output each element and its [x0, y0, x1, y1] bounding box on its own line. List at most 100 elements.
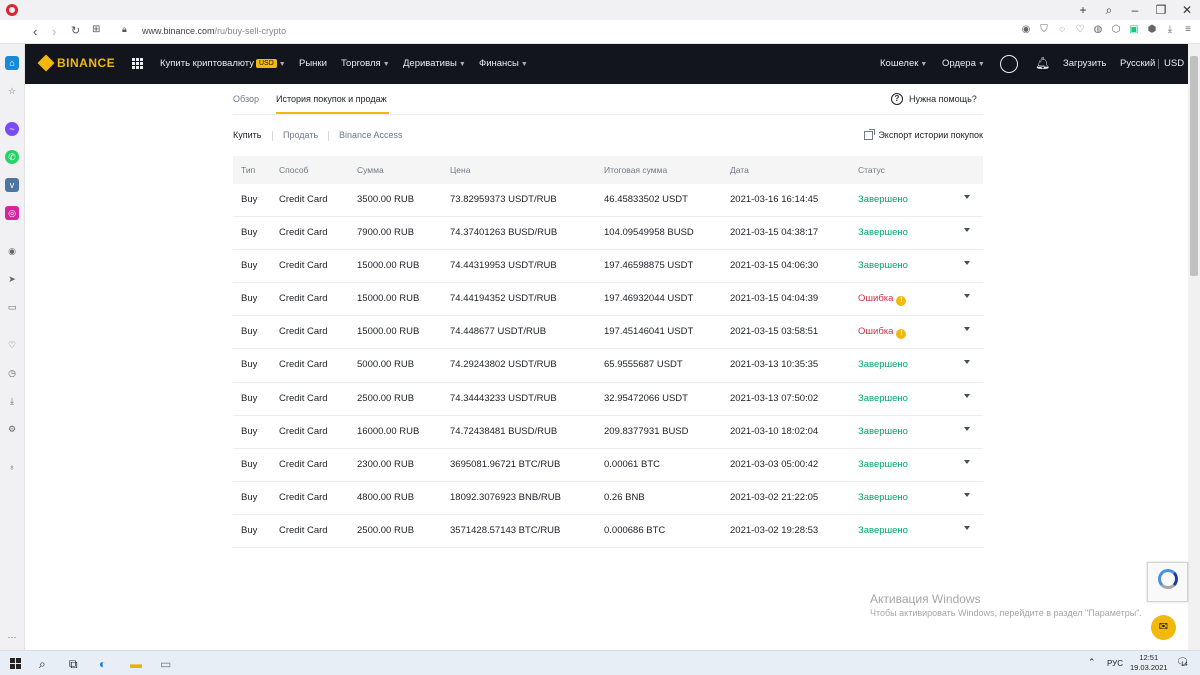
home-icon[interactable]: ⌂ — [5, 56, 19, 70]
table-row[interactable]: Buy Credit Card 2300.00 RUB 3695081.9672… — [233, 449, 983, 482]
tab-history[interactable]: История покупок и продаж — [276, 94, 387, 104]
table-row[interactable]: Buy Credit Card 15000.00 RUB 74.448677 U… — [233, 316, 983, 350]
windows-start-icon[interactable] — [10, 658, 21, 669]
nav-orders[interactable]: Ордера ▼ — [942, 58, 985, 69]
notifications-count: 14 — [1181, 662, 1188, 668]
expand-caret-icon[interactable] — [964, 327, 970, 332]
apps-grid-icon[interactable] — [132, 58, 143, 69]
table-row[interactable]: Buy Credit Card 2500.00 RUB 74.34443233 … — [233, 383, 983, 416]
restore-icon[interactable]: ❐ — [1148, 3, 1174, 17]
expand-caret-icon[interactable] — [964, 525, 970, 530]
shield-icon[interactable]: ⛉ — [1038, 24, 1050, 36]
speed-dial-icon[interactable]: ⊞ — [92, 24, 100, 35]
page-scrollbar[interactable] — [1188, 44, 1200, 650]
back-icon[interactable]: ‹ — [33, 24, 37, 39]
messenger-icon[interactable]: ~ — [5, 122, 19, 136]
activation-watermark-title: Активация Windows — [870, 592, 981, 606]
star-icon[interactable]: ☆ — [5, 84, 19, 98]
wallet-icon[interactable]: ▭ — [5, 300, 19, 314]
table-row[interactable]: Buy Credit Card 4800.00 RUB 18092.307692… — [233, 482, 983, 515]
system-clock[interactable]: 12:51 19.03.2021 — [1130, 653, 1168, 673]
extension-icon[interactable]: ⬡ — [1110, 24, 1122, 36]
language-selector[interactable]: Русский — [1120, 58, 1155, 69]
heart-icon[interactable]: ♡ — [5, 338, 19, 352]
help-link[interactable]: ? Нужна помощь? — [891, 93, 977, 105]
menu-icon[interactable]: ≡ — [1182, 24, 1194, 36]
binance-logo[interactable]: BINANCE — [37, 54, 115, 72]
scroll-thumb[interactable] — [1190, 56, 1198, 276]
file-explorer-icon[interactable]: ▬ — [130, 657, 142, 671]
table-row[interactable]: Buy Credit Card 2500.00 RUB 3571428.5714… — [233, 515, 983, 549]
table-row[interactable]: Buy Credit Card 15000.00 RUB 74.44319953… — [233, 250, 983, 284]
new-tab-icon[interactable]: + — [1070, 3, 1096, 17]
input-language[interactable]: РУС — [1107, 659, 1123, 668]
table-row[interactable]: Buy Credit Card 5000.00 RUB 74.29243802 … — [233, 349, 983, 383]
table-row[interactable]: Buy Credit Card 15000.00 RUB 74.44194352… — [233, 283, 983, 317]
nav-trade[interactable]: Торговля ▼ — [341, 58, 390, 69]
export-history-button[interactable]: Экспорт истории покупок — [864, 128, 983, 140]
recaptcha-badge[interactable] — [1147, 562, 1188, 602]
search-icon[interactable]: ⌕ — [39, 657, 46, 672]
expand-caret-icon[interactable] — [964, 459, 970, 464]
filter-binance-access[interactable]: Binance Access — [339, 130, 403, 140]
table-row[interactable]: Buy Credit Card 3500.00 RUB 73.82959373 … — [233, 184, 983, 218]
warning-icon[interactable]: ! — [896, 329, 907, 340]
more-icon[interactable]: ··· — [5, 630, 19, 644]
expand-caret-icon[interactable] — [964, 294, 970, 299]
tray-chevron-up-icon[interactable]: ⌃ — [1088, 657, 1096, 668]
download-icon[interactable]: ⤓ — [1164, 24, 1176, 36]
expand-caret-icon[interactable] — [964, 261, 970, 266]
expand-caret-icon[interactable] — [964, 393, 970, 398]
table-row[interactable]: Buy Credit Card 7900.00 RUB 74.37401263 … — [233, 217, 983, 251]
nav-derivatives[interactable]: Деривативы ▼ — [403, 58, 466, 69]
vk-icon[interactable]: v — [5, 178, 19, 192]
warning-icon[interactable]: ! — [896, 296, 907, 307]
cell-price: 74.44194352 USDT/RUB — [450, 293, 557, 305]
nav-wallet[interactable]: Кошелек ▼ — [880, 58, 927, 69]
cell-method: Credit Card — [279, 260, 328, 272]
vpn-icon[interactable]: ◌ — [1056, 24, 1068, 36]
close-icon[interactable]: ✕ — [1174, 3, 1200, 17]
download-app-link[interactable]: Загрузить — [1063, 58, 1106, 69]
expand-caret-icon[interactable] — [964, 195, 970, 199]
instagram-icon[interactable]: ◎ — [5, 206, 19, 220]
search-icon[interactable]: ⌕ — [1096, 3, 1122, 18]
tab-overview[interactable]: Обзор — [233, 94, 259, 104]
box-icon[interactable]: ⬢ — [1146, 24, 1158, 36]
task-view-icon[interactable]: ⧉ — [69, 657, 78, 672]
account-icon[interactable] — [1000, 55, 1018, 73]
expand-caret-icon[interactable] — [964, 228, 970, 233]
send-icon[interactable]: ➤ — [5, 272, 19, 286]
minimize-icon[interactable]: – — [1122, 3, 1148, 17]
expand-caret-icon[interactable] — [964, 426, 970, 431]
history-icon[interactable]: ◷ — [5, 366, 19, 380]
nav-markets[interactable]: Рынки — [299, 58, 327, 69]
expand-caret-icon[interactable] — [964, 492, 970, 497]
tips-icon[interactable]: ♁ — [5, 460, 19, 474]
edge-icon[interactable]: ◐ — [99, 657, 106, 671]
column-header: Итоговая сумма — [604, 165, 668, 175]
settings-icon[interactable]: ⚙ — [5, 422, 19, 436]
forward-icon[interactable]: › — [52, 24, 56, 39]
player-icon[interactable]: ◉ — [5, 244, 19, 258]
url-field[interactable]: www.binance.com/ru/buy-sell-crypto — [142, 26, 286, 36]
app-icon[interactable]: ▭ — [160, 657, 171, 671]
wallet-extension-icon[interactable]: ▣ — [1128, 24, 1140, 36]
support-chat-button[interactable]: ✉ — [1151, 615, 1176, 640]
nav-finance[interactable]: Финансы ▼ — [479, 58, 528, 69]
nav-buy-crypto[interactable]: Купить криптовалюту USD ▼ — [160, 58, 286, 69]
whatsapp-icon[interactable]: ✆ — [5, 150, 19, 164]
expand-caret-icon[interactable] — [964, 360, 970, 365]
bell-icon[interactable]: 🔔︎ — [1035, 56, 1050, 70]
reload-icon[interactable]: ↻ — [71, 24, 80, 37]
downloads-icon[interactable]: ⤓ — [5, 394, 19, 408]
globe-icon[interactable]: ◍ — [1092, 24, 1104, 36]
filter-buy[interactable]: Купить — [233, 130, 261, 140]
table-row[interactable]: Buy Credit Card 16000.00 RUB 74.72438481… — [233, 416, 983, 449]
camera-icon[interactable]: ◉ — [1020, 24, 1032, 36]
status-text: Ошибка — [858, 326, 894, 338]
opera-logo-icon[interactable] — [6, 4, 18, 16]
filter-sell[interactable]: Продать — [283, 130, 318, 140]
heart-icon[interactable]: ♡ — [1074, 24, 1086, 36]
currency-selector[interactable]: USD — [1164, 58, 1184, 69]
